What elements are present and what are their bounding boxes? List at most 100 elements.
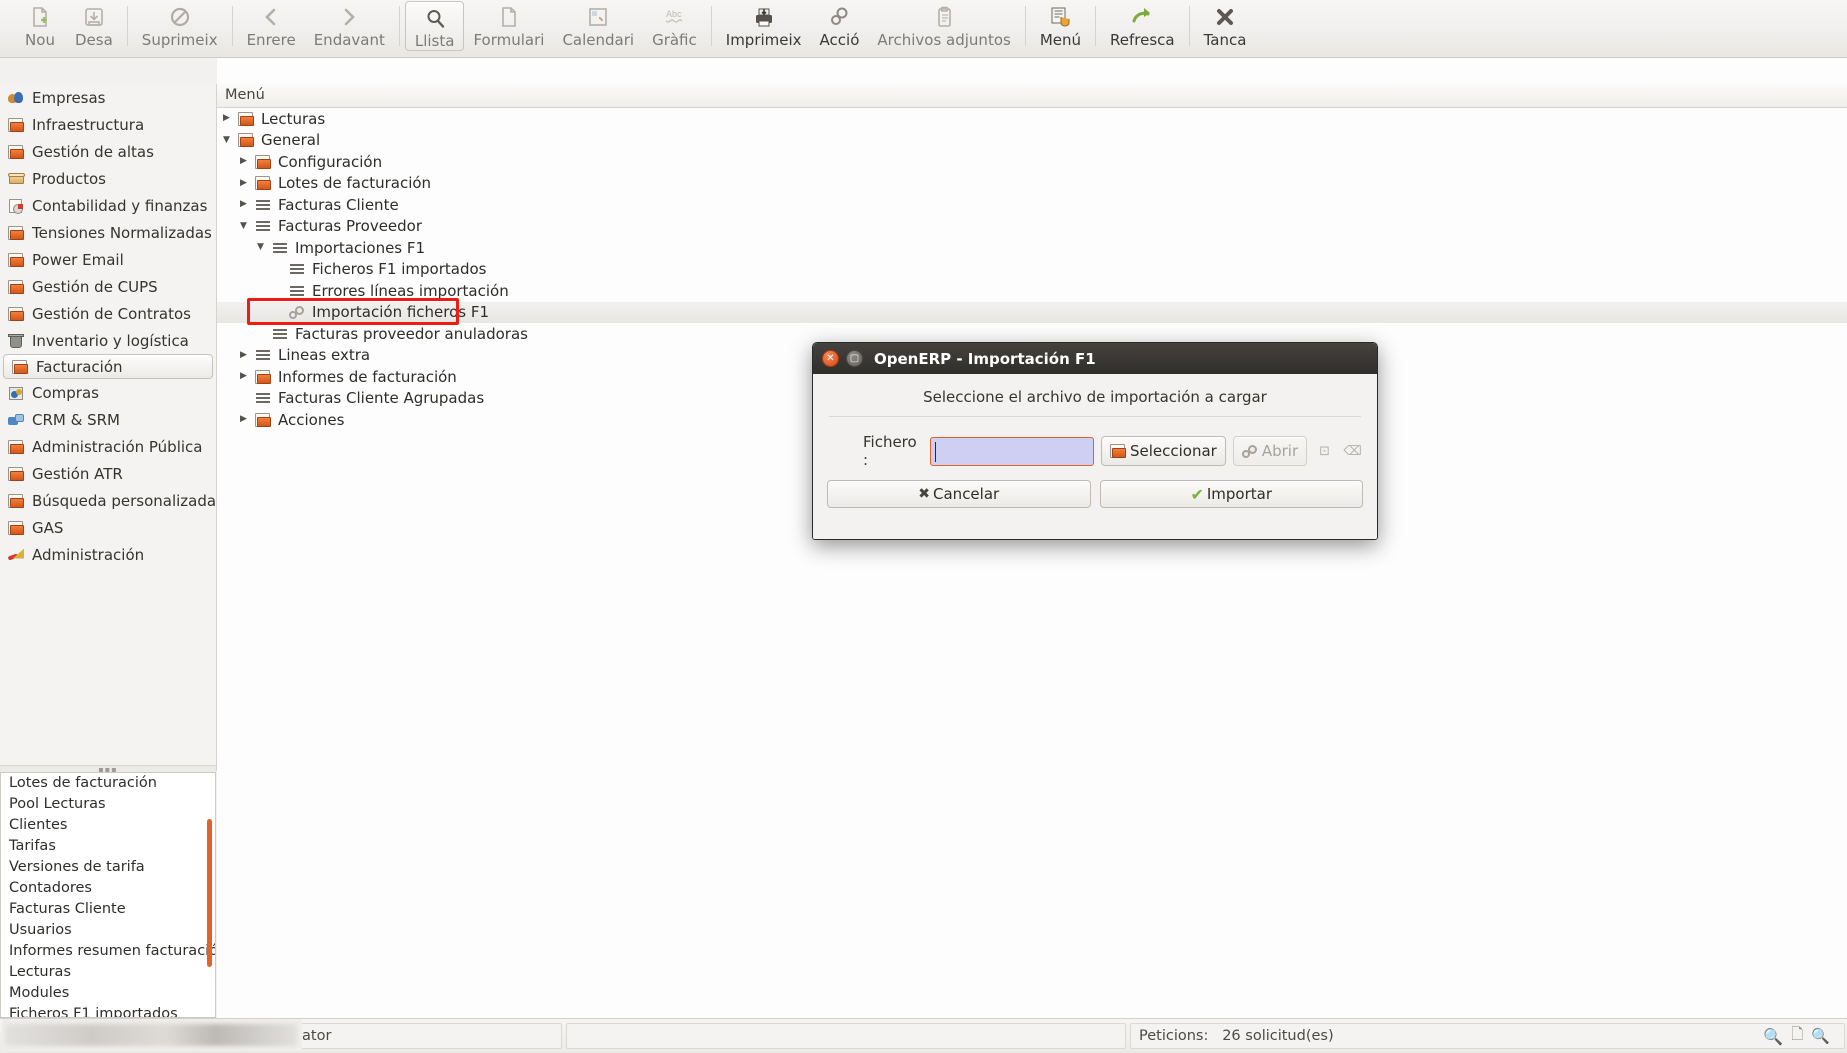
shortcut-label: Tarifas	[9, 838, 56, 854]
sidebar-item-12[interactable]: CRM & SRM	[0, 406, 216, 433]
tree-row[interactable]: ▼ Importaciones F1	[217, 237, 1847, 259]
tree-row[interactable]: ▼ Facturas Proveedor	[217, 216, 1847, 238]
tree-row-label: Facturas Cliente	[278, 195, 399, 214]
shortcut-item[interactable]: Pool Lecturas	[1, 794, 215, 815]
shortcut-item[interactable]: Contadores	[1, 878, 215, 899]
shortcut-item[interactable]: Usuarios	[1, 920, 215, 941]
toolbar-button-calendar[interactable]: Calendari	[553, 0, 643, 56]
shortcut-item[interactable]: Facturas Cliente	[1, 899, 215, 920]
open-file-button[interactable]: Abrir	[1232, 436, 1308, 466]
sidebar-item-0[interactable]: Empresas	[0, 84, 216, 111]
tree-row[interactable]: ▶ Lotes de facturación	[217, 173, 1847, 195]
sidebar-item-2[interactable]: Gestión de altas	[0, 138, 216, 165]
sidebar-item-7[interactable]: Gestión de CUPS	[0, 273, 216, 300]
sidebar-item-1[interactable]: Infraestructura	[0, 111, 216, 138]
tree-row[interactable]: Importación ficheros F1	[217, 301, 1847, 323]
shortcut-item[interactable]: Versiones de tarifa	[1, 857, 215, 878]
toolbar-button-refresh-arrow[interactable]: Refresca	[1101, 0, 1184, 56]
sidebar-item-6[interactable]: Power Email	[0, 246, 216, 273]
shortcut-item[interactable]: Ficheros F1 importados	[1, 1004, 215, 1017]
sidebar-item-9[interactable]: Inventario y logística	[0, 327, 216, 354]
tree-row[interactable]: ▶ Facturas Cliente	[217, 194, 1847, 216]
shortcuts-list[interactable]: Lotes de facturación Pool Lecturas Cliente…	[0, 772, 216, 1018]
chevron-down-icon[interactable]: ▼	[255, 243, 266, 252]
shortcuts-scrollbar[interactable]	[207, 819, 212, 967]
sidebar-item-label: Gestión ATR	[32, 464, 123, 483]
import-label: Importar	[1206, 485, 1273, 503]
sidebar-item-16[interactable]: GAS	[0, 514, 216, 541]
save-to-disk-icon[interactable]: ⊡	[1314, 440, 1335, 462]
chevron-down-icon[interactable]: ▼	[221, 135, 232, 145]
people-icon	[8, 90, 25, 106]
sidebar-item-8[interactable]: Gestión de Contratos	[0, 300, 216, 327]
sidebar-item-4[interactable]: Contabilidad y finanzas	[0, 192, 216, 219]
sidebar-item-15[interactable]: Búsqueda personalizada	[0, 487, 216, 514]
toolbar-button-save[interactable]: Desa	[66, 0, 122, 56]
sidebar-item-17[interactable]: Administración	[0, 541, 216, 568]
window-maximize-icon[interactable]: ▢	[846, 350, 863, 367]
import-f1-dialog: ✕ ▢ OpenERP - Importación F1 Seleccione …	[812, 342, 1378, 540]
shortcut-item[interactable]: Clientes	[1, 815, 215, 836]
toolbar-button-forward-arrow[interactable]: Endavant	[305, 0, 394, 56]
sidebar-item-5[interactable]: Tensiones Normalizadas	[0, 219, 216, 246]
shortcut-item[interactable]: Lotes de facturación	[1, 773, 215, 794]
toolbar-button-new-document[interactable]: Nou	[14, 0, 66, 56]
window-close-icon[interactable]: ✕	[822, 350, 839, 367]
chevron-right-icon[interactable]: ▶	[221, 114, 232, 123]
toolbar-button-menu-hand[interactable]: Menú	[1031, 0, 1090, 56]
sidebar-item-13[interactable]: Administración Pública	[0, 433, 216, 460]
shortcut-label: Lotes de facturación	[9, 775, 157, 791]
chevron-right-icon[interactable]: ▶	[238, 415, 249, 424]
chevron-right-icon[interactable]: ▶	[238, 157, 249, 166]
sidebar-item-14[interactable]: Gestión ATR	[0, 460, 216, 487]
gears-icon	[1241, 443, 1259, 459]
import-button[interactable]: ✔ Importar	[1099, 480, 1363, 508]
toolbar-button-gears[interactable]: Acció	[811, 0, 869, 56]
tree-row[interactable]: ▼ General	[217, 130, 1847, 152]
shortcut-item[interactable]: Modules	[1, 983, 215, 1004]
search-icon[interactable]: 🔍	[1763, 1027, 1783, 1046]
toolbar-button-list-search[interactable]: Llista	[404, 1, 465, 51]
chevron-down-icon[interactable]: ▼	[238, 221, 249, 231]
requests-value: 26 solicitud(es)	[1222, 1028, 1334, 1044]
select-file-label: Seleccionar	[1130, 442, 1217, 460]
cancel-button[interactable]: ✖ Cancelar	[827, 480, 1091, 508]
chevron-right-icon[interactable]: ▶	[238, 178, 249, 188]
tree-row[interactable]: Ficheros F1 importados	[217, 259, 1847, 281]
shortcut-item[interactable]: Tarifas	[1, 836, 215, 857]
tree-row[interactable]: Errores líneas importación	[217, 280, 1847, 302]
dialog-title-text: OpenERP - Importación F1	[874, 349, 1096, 368]
shortcut-item[interactable]: Lecturas	[1, 962, 215, 983]
shortcut-label: Lecturas	[9, 964, 71, 980]
folder-icon	[8, 493, 25, 509]
tree-row[interactable]: ▶ Configuración	[217, 151, 1847, 173]
shortcut-label: Clientes	[9, 817, 68, 833]
sidebar-item-label: Gestión de Contratos	[32, 304, 191, 323]
toolbar-button-printer[interactable]: Imprimeix	[717, 0, 811, 56]
clear-field-icon[interactable]: ⌫	[1342, 440, 1363, 462]
pane-resize-grip[interactable]: ▪▪▪	[0, 765, 216, 774]
tree-row-label: Acciones	[278, 410, 345, 429]
toolbar-button-delete[interactable]: Suprimeix	[133, 0, 227, 56]
toolbar-button-close-x[interactable]: Tanca	[1195, 0, 1256, 56]
chevron-right-icon[interactable]: ▶	[238, 200, 249, 209]
sidebar-item-11[interactable]: Compras	[0, 379, 216, 406]
gears-icon	[824, 3, 854, 30]
lines-icon	[272, 240, 289, 256]
toolbar-button-form[interactable]: Formulari	[464, 0, 553, 56]
chevron-right-icon[interactable]: ▶	[238, 350, 249, 360]
sidebar-item-10[interactable]: Facturación	[3, 354, 213, 379]
select-file-button[interactable]: Seleccionar	[1101, 436, 1226, 466]
sidebar-item-3[interactable]: Productos	[0, 165, 216, 192]
toolbar-button-graph[interactable]: Abc Gràfic	[643, 0, 706, 56]
toolbar-button-label: Nou	[25, 31, 55, 49]
new-request-icon[interactable]: 🗋	[1791, 1024, 1803, 1049]
chevron-right-icon[interactable]: ▶	[238, 372, 249, 381]
tree-row[interactable]: ▶ Lecturas	[217, 108, 1847, 130]
tree-row-label: General	[261, 131, 321, 150]
toolbar-button-back-arrow[interactable]: Enrere	[238, 0, 305, 56]
shortcut-item[interactable]: Informes resumen facturación	[1, 941, 215, 962]
toolbar-button-attachment[interactable]: Archivos adjuntos	[868, 0, 1019, 56]
zoom-icon[interactable]: 🔍	[1811, 1027, 1830, 1045]
file-input[interactable]	[930, 436, 1094, 466]
